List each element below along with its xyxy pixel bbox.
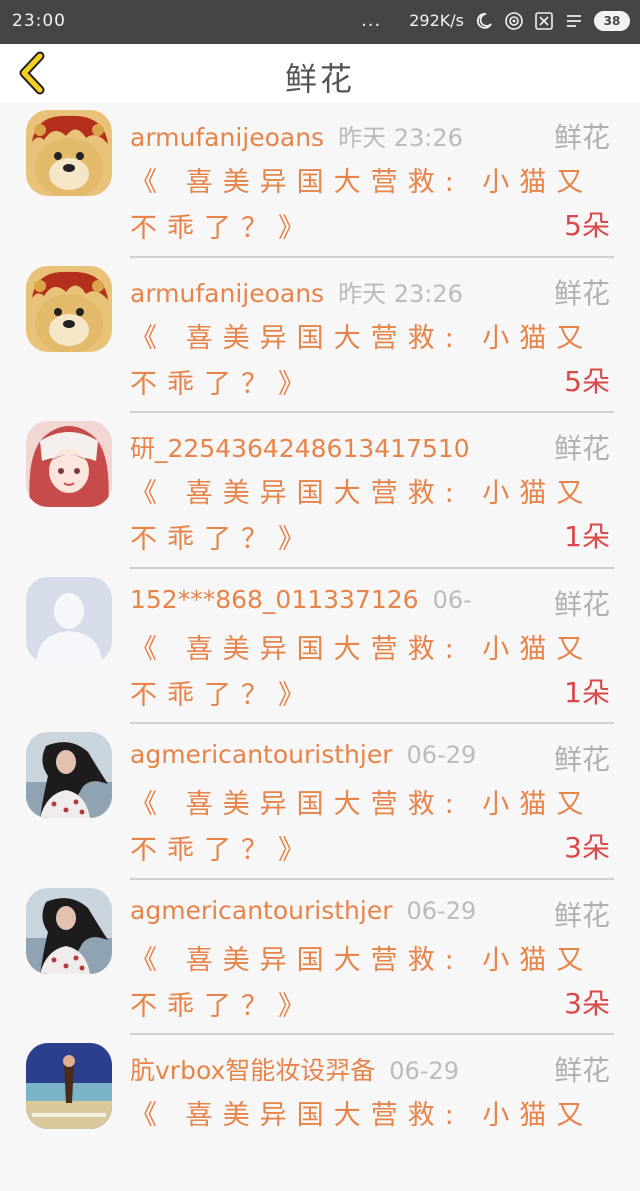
- work-title-line1: 《 喜美异国大营救: 小猫又: [130, 167, 594, 198]
- flower-record-list: armufanijeoans 昨天 23:26 鲜花 《 喜美异国大营救: 小猫又…: [0, 102, 640, 1191]
- avatar[interactable]: [26, 1043, 112, 1129]
- avatar[interactable]: [26, 732, 112, 818]
- list-item[interactable]: agmericantouristhjer 06-29 鲜花 《 喜美异国大营救: …: [0, 880, 640, 1035]
- avatar[interactable]: [26, 110, 112, 196]
- list-item[interactable]: armufanijeoans 昨天 23:26 鲜花 《 喜美异国大营救: 小猫又…: [0, 102, 640, 258]
- sent-time: 昨天 23:26: [338, 279, 463, 308]
- sent-time: 昨天 23:26: [338, 124, 463, 152]
- status-bar: 23:00 ... 292K/s 38: [0, 0, 640, 44]
- sent-time: 06-: [432, 585, 472, 614]
- work-title-line1: 《 喜美异国大营救: 小猫又: [130, 478, 594, 509]
- girl-photo-avatar-icon: [26, 887, 112, 974]
- gift-type-label: 鲜花: [553, 738, 610, 778]
- moon-icon: [474, 11, 494, 31]
- app-header: 鲜花: [0, 44, 640, 102]
- list-item[interactable]: 152***868_011337126 06- 鲜花 《 喜美异国大营救: 小猫又…: [0, 569, 640, 724]
- doge-avatar-icon: [26, 265, 112, 352]
- flower-count: 5朵: [564, 364, 610, 398]
- work-title-line1: 《 喜美异国大营救: 小猫又: [130, 944, 594, 976]
- sender-name: agmericantouristhjer 06-29: [130, 740, 477, 769]
- network-speed: 292K/s: [409, 11, 464, 30]
- gift-type-label: 鲜花: [553, 1049, 610, 1089]
- flower-count: 5朵: [564, 209, 610, 242]
- sender-name: 肮vrbox智能妆设羿备 06-29: [130, 1056, 460, 1085]
- sim-off-icon: [534, 11, 554, 31]
- signal-icon: [564, 11, 584, 31]
- doge-avatar-icon: [26, 110, 112, 196]
- avatar[interactable]: [26, 887, 112, 974]
- sender-name: armufanijeoans 昨天 23:26: [130, 123, 463, 152]
- work-title-line1: 《 喜美异国大营救: 小猫又: [130, 322, 594, 354]
- sender-name: agmericantouristhjer 06-29: [130, 895, 477, 925]
- gift-type-label: 鲜花: [553, 427, 610, 467]
- girl-photo-avatar-icon: [26, 732, 112, 818]
- list-item[interactable]: armufanijeoans 昨天 23:26 鲜花 《 喜美异国大营救: 小猫又…: [0, 258, 640, 413]
- flower-count: 1朵: [564, 675, 610, 709]
- sender-name: armufanijeoans 昨天 23:26: [130, 278, 463, 308]
- work-title-line2: 不乖了？》: [130, 524, 315, 555]
- anime-girl-avatar-icon: [26, 421, 112, 507]
- flower-count: 3朵: [564, 831, 610, 864]
- work-title-line2: 不乖了？》: [130, 368, 315, 400]
- flower-count: 3朵: [564, 986, 610, 1020]
- page-title: 鲜花: [284, 60, 355, 98]
- gift-type-label: 鲜花: [553, 116, 610, 156]
- flower-count: 1朵: [564, 520, 610, 553]
- sent-time: 06-29: [389, 1057, 460, 1085]
- work-title-line2: 不乖了？》: [130, 213, 315, 244]
- work-title-line2: 不乖了？》: [130, 835, 315, 866]
- work-title-line1: 《 喜美异国大营救: 小猫又: [130, 789, 594, 820]
- list-item[interactable]: 研_2254364248613417510 鲜花 《 喜美异国大营救: 小猫又 …: [0, 413, 640, 569]
- sender-name: 研_2254364248613417510: [130, 434, 470, 463]
- sender-name: 152***868_011337126 06-: [130, 584, 472, 614]
- work-title-line1: 《 喜美异国大营救: 小猫又: [130, 1100, 594, 1131]
- work-title-line2: 不乖了？》: [130, 990, 315, 1022]
- avatar[interactable]: [26, 576, 112, 663]
- gift-type-label: 鲜花: [553, 271, 610, 312]
- list-item[interactable]: 肮vrbox智能妆设羿备 06-29 鲜花 《 喜美异国大营救: 小猫又: [0, 1035, 640, 1191]
- poster-avatar-icon: [26, 1043, 112, 1129]
- default-person-icon: [26, 576, 112, 663]
- status-time: 23:00: [12, 11, 66, 31]
- work-title-line1: 《 喜美异国大营救: 小猫又: [130, 633, 594, 665]
- hotspot-icon: [504, 11, 524, 31]
- more-dots-icon: ...: [361, 10, 382, 31]
- battery-indicator: 38: [594, 10, 630, 31]
- avatar[interactable]: [26, 421, 112, 507]
- work-title-line2: 不乖了？》: [130, 679, 315, 711]
- avatar[interactable]: [26, 265, 112, 352]
- list-item[interactable]: agmericantouristhjer 06-29 鲜花 《 喜美异国大营救: …: [0, 724, 640, 880]
- gift-type-label: 鲜花: [553, 893, 610, 934]
- sent-time: 06-29: [406, 741, 477, 769]
- sent-time: 06-29: [406, 896, 477, 925]
- gift-type-label: 鲜花: [553, 582, 610, 623]
